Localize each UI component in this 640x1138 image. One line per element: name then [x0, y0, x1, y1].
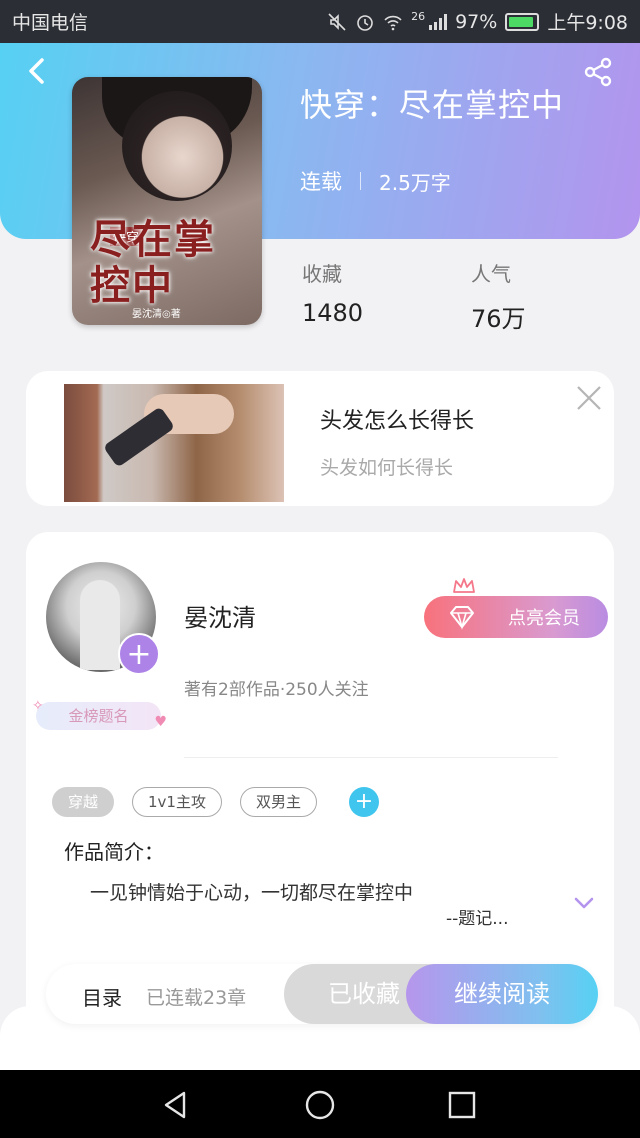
signal-icon — [429, 13, 448, 30]
network-type: 26 — [411, 10, 426, 23]
toc-button[interactable]: 目录 — [82, 982, 122, 1011]
continue-reading-button[interactable]: 继续阅读 — [406, 964, 598, 1024]
ad-title[interactable]: 头发怎么长得长 — [320, 403, 474, 435]
author-name[interactable]: 晏沈清 — [184, 598, 256, 633]
intro-text: 一见钟情始于心动，一切都尽在掌控中 — [90, 882, 414, 904]
stat-favorites: 收藏 1480 — [302, 258, 363, 327]
avatar-figure — [80, 580, 120, 670]
follow-button[interactable]: + — [118, 633, 160, 675]
chevron-down-icon[interactable] — [572, 894, 596, 912]
status-bar: 中国电信 26 97% 上午9:08 — [0, 0, 640, 43]
author-info: 著有2部作品·250人关注 — [184, 680, 369, 700]
alarm-icon — [357, 14, 373, 31]
stat-popularity: 人气 76万 — [471, 258, 526, 334]
share-button[interactable] — [582, 56, 614, 88]
word-count: 2.5万字 — [379, 170, 451, 195]
tag-item[interactable]: 双男主 — [239, 787, 317, 817]
status-icons: 26 97% 上午9:08 — [327, 8, 628, 35]
clock: 上午9:08 — [547, 12, 628, 34]
rank-badge-label: 金榜题名 — [68, 707, 129, 725]
cover-author: 晏沈清◎著 — [132, 309, 181, 320]
vip-button[interactable]: 点亮会员 — [424, 596, 608, 638]
crown-icon — [453, 578, 475, 593]
stat-label: 人气 — [471, 262, 511, 286]
wifi-icon — [384, 15, 402, 30]
book-title: 快穿：尽在掌控中 — [300, 86, 565, 124]
cover-title-art: 尽在掌控中 — [90, 216, 216, 309]
home-circle-icon[interactable] — [304, 1089, 336, 1121]
vip-button-label: 点亮会员 — [508, 608, 580, 629]
ad-subtitle: 头发如何长得长 — [320, 457, 454, 479]
stat-value: 1480 — [302, 299, 364, 327]
book-cover[interactable]: 快穿 尽在掌控中 晏沈清◎著 — [72, 77, 262, 325]
meta-divider — [360, 172, 361, 190]
battery-percent: 97% — [455, 10, 498, 33]
tag-list: 穿越 1v1主攻 双男主 + — [52, 787, 379, 817]
book-meta: 连载 2.5万字 — [300, 166, 451, 196]
intro-more: --题记... — [446, 909, 509, 929]
recents-square-icon[interactable] — [446, 1089, 478, 1121]
carrier-label: 中国电信 — [12, 12, 89, 34]
heart-icon: ♥ — [154, 714, 167, 730]
ad-card[interactable]: 头发怎么长得长 头发如何长得长 — [26, 371, 614, 506]
stat-value: 76万 — [471, 305, 526, 333]
ad-image-comb — [102, 406, 176, 468]
serial-status: 连载 — [300, 170, 342, 194]
ad-image[interactable] — [64, 384, 284, 502]
back-triangle-icon[interactable] — [160, 1089, 192, 1121]
stat-label: 收藏 — [302, 262, 342, 286]
sparkle-icon: ✧ — [32, 698, 44, 714]
add-tag-button[interactable]: + — [349, 787, 379, 817]
close-icon[interactable] — [574, 383, 604, 413]
tag-item[interactable]: 1v1主攻 — [132, 787, 222, 817]
diamond-icon — [450, 606, 474, 630]
back-button[interactable] — [22, 56, 52, 86]
action-bar: 目录 已连载23章 已收藏 继续阅读 — [46, 964, 598, 1024]
rank-badge: ✧ 金榜题名 ♥ — [32, 698, 167, 730]
intro-label: 作品简介： — [64, 840, 164, 864]
chapter-count[interactable]: 已连载23章 — [146, 983, 246, 1010]
mute-icon — [328, 12, 346, 31]
tag-item[interactable]: 穿越 — [52, 787, 115, 817]
system-nav-bar — [0, 1070, 640, 1138]
divider — [184, 757, 558, 758]
battery-icon — [505, 12, 540, 31]
cover-art-face — [122, 91, 232, 201]
